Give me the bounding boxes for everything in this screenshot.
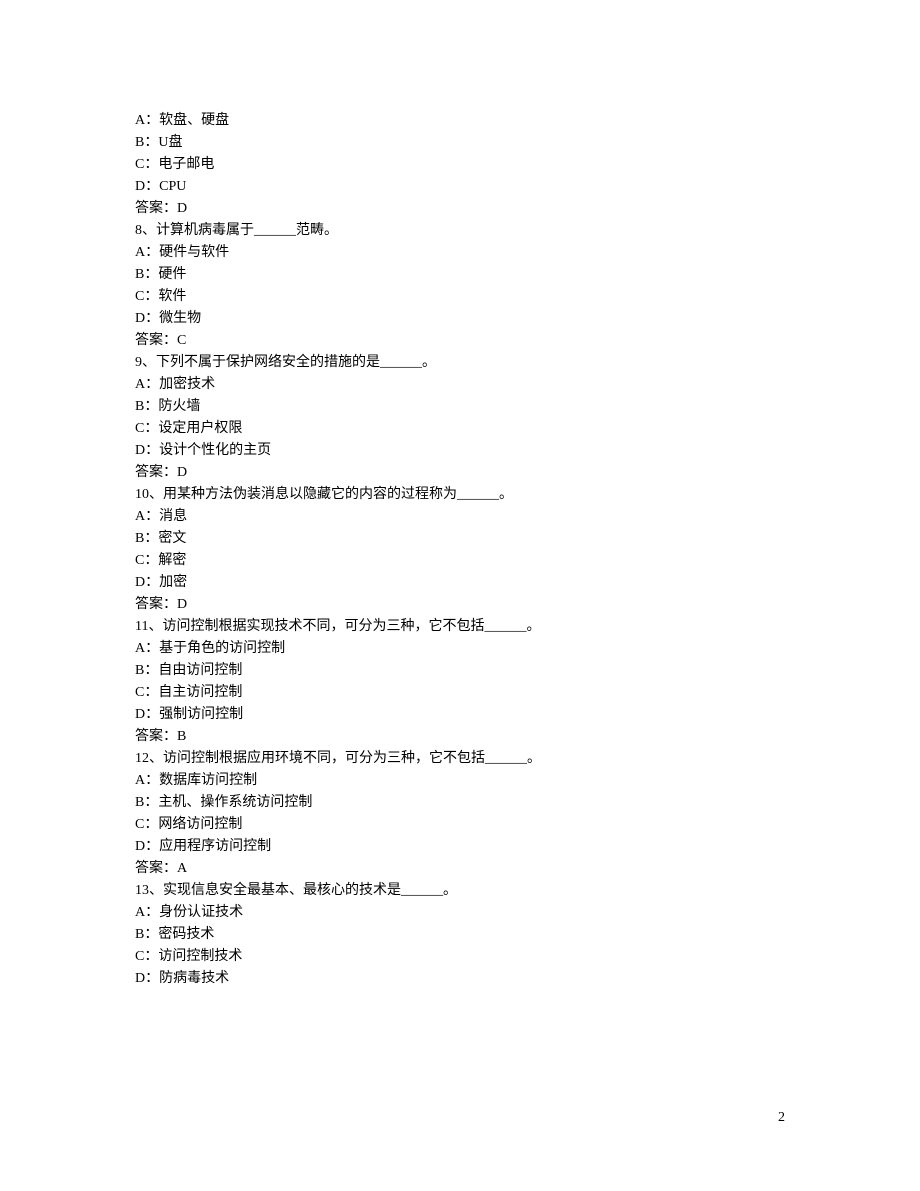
- q8-answer: 答案：C: [135, 330, 920, 352]
- page-number: 2: [778, 1107, 785, 1129]
- q13-option-c: C：访问控制技术: [135, 946, 920, 968]
- q13-option-a: A：身份认证技术: [135, 902, 920, 924]
- q8-option-d: D：微生物: [135, 308, 920, 330]
- q10-option-d: D：加密: [135, 572, 920, 594]
- q7-option-c: C：电子邮电: [135, 154, 920, 176]
- q9-option-b: B：防火墙: [135, 396, 920, 418]
- q13-stem: 13、实现信息安全最基本、最核心的技术是______。: [135, 880, 920, 902]
- page: A：软盘、硬盘 B：U盘 C：电子邮电 D：CPU 答案：D 8、计算机病毒属于…: [0, 0, 920, 1191]
- q12-option-b: B：主机、操作系统访问控制: [135, 792, 920, 814]
- q11-option-a: A：基于角色的访问控制: [135, 638, 920, 660]
- q11-option-b: B：自由访问控制: [135, 660, 920, 682]
- q10-option-a: A：消息: [135, 506, 920, 528]
- q7-answer: 答案：D: [135, 198, 920, 220]
- q11-stem: 11、访问控制根据实现技术不同，可分为三种，它不包括______。: [135, 616, 920, 638]
- q10-answer: 答案：D: [135, 594, 920, 616]
- q8-option-c: C：软件: [135, 286, 920, 308]
- q13-option-d: D：防病毒技术: [135, 968, 920, 990]
- q12-option-a: A：数据库访问控制: [135, 770, 920, 792]
- q9-option-d: D：设计个性化的主页: [135, 440, 920, 462]
- q8-option-b: B：硬件: [135, 264, 920, 286]
- q7-option-b: B：U盘: [135, 132, 920, 154]
- q9-option-c: C：设定用户权限: [135, 418, 920, 440]
- q8-option-a: A：硬件与软件: [135, 242, 920, 264]
- q11-answer: 答案：B: [135, 726, 920, 748]
- q13-option-b: B：密码技术: [135, 924, 920, 946]
- q11-option-d: D：强制访问控制: [135, 704, 920, 726]
- q10-stem: 10、用某种方法伪装消息以隐藏它的内容的过程称为______。: [135, 484, 920, 506]
- q7-option-a: A：软盘、硬盘: [135, 110, 920, 132]
- q11-option-c: C：自主访问控制: [135, 682, 920, 704]
- q12-option-d: D：应用程序访问控制: [135, 836, 920, 858]
- q10-option-c: C：解密: [135, 550, 920, 572]
- q10-option-b: B：密文: [135, 528, 920, 550]
- q12-answer: 答案：A: [135, 858, 920, 880]
- q9-answer: 答案：D: [135, 462, 920, 484]
- q9-option-a: A：加密技术: [135, 374, 920, 396]
- q12-option-c: C：网络访问控制: [135, 814, 920, 836]
- q12-stem: 12、访问控制根据应用环境不同，可分为三种，它不包括______。: [135, 748, 920, 770]
- q8-stem: 8、计算机病毒属于______范畴。: [135, 220, 920, 242]
- q9-stem: 9、下列不属于保护网络安全的措施的是______。: [135, 352, 920, 374]
- q7-option-d: D：CPU: [135, 176, 920, 198]
